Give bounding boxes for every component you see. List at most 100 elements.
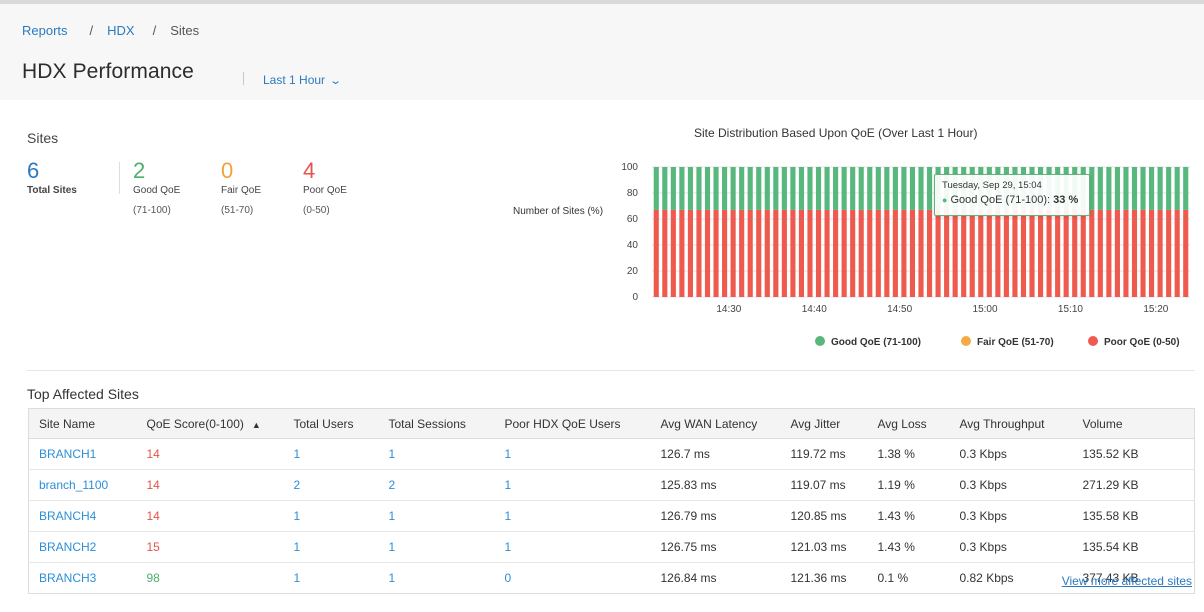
poor-qoe-bar — [764, 209, 770, 297]
breadcrumb: Reports / HDX / Sites — [22, 23, 199, 38]
poor-qoe-label: Poor QoE — [303, 185, 347, 196]
legend-poor[interactable]: Poor QoE (0-50) — [1088, 336, 1180, 348]
avg-loss-cell: 0.1 % — [877, 571, 909, 585]
table-row: branch_1100 14 2 2 1 125.83 ms 119.07 ms 1.19 %… — [28, 469, 1195, 501]
poor-hdx-users-cell[interactable]: 1 — [494, 438, 651, 470]
breadcrumb-hdx[interactable]: HDX — [107, 23, 134, 38]
poor-qoe-bar — [1097, 209, 1103, 297]
poor-hdx-users-cell[interactable]: 1 — [494, 500, 651, 532]
col-avg-wan-latency[interactable]: Avg WAN Latency — [650, 408, 781, 439]
col-avg-jitter[interactable]: Avg Jitter — [780, 408, 868, 439]
breadcrumb-separator: / — [152, 23, 157, 38]
poor-qoe-bar — [1183, 209, 1189, 297]
good-qoe-bar — [790, 167, 796, 210]
legend-good-label: Good QoE (71-100) — [831, 337, 922, 348]
poor-qoe-bar — [1046, 209, 1052, 297]
poor-qoe-bar — [884, 209, 890, 297]
good-qoe-bar — [815, 167, 822, 210]
volume-cell: 135.52 KB — [1072, 438, 1195, 470]
fair-qoe-range: (51-70) — [221, 205, 254, 216]
view-more-affected-sites-link[interactable]: View more affected sites — [1062, 574, 1192, 588]
col-site-name[interactable]: Site Name — [28, 408, 137, 439]
qoe-distribution-chart: 0 20 40 60 80 100 14:30 14:40 14:50 15:00 15:10 15:… — [621, 162, 1190, 315]
sort-ascending-icon: ▲ — [251, 419, 261, 430]
col-poor-hdx-users[interactable]: Poor HDX QoE Users — [494, 408, 651, 439]
poor-qoe-bar — [1003, 209, 1009, 297]
col-qoe-score[interactable]: QoE Score(0-100) ▲ — [136, 408, 284, 439]
total-users-cell[interactable]: 1 — [284, 563, 379, 594]
poor-qoe-bar — [807, 209, 813, 297]
y-tick-label: 80 — [627, 188, 639, 199]
chevron-down-icon: ⌄ — [329, 75, 343, 87]
poor-qoe-bar — [739, 209, 745, 297]
total-users-cell[interactable]: 1 — [283, 438, 379, 470]
poor-hdx-users-cell[interactable]: 1 — [494, 531, 651, 563]
top-affected-sites-table: Site Name QoE Score(0-100) ▲ Total Users … — [28, 408, 1195, 594]
good-qoe-bar — [833, 167, 839, 210]
avg-loss-cell: 1.38 % — [867, 438, 950, 470]
poor-qoe-bar — [969, 209, 975, 297]
poor-qoe-bar — [1149, 209, 1155, 297]
table-row: BRANCH1 14 1 1 1 126.7 ms 119.72 ms 1.38 % 0.3 K… — [28, 438, 1195, 470]
total-sessions-cell[interactable]: 1 — [378, 531, 495, 563]
poor-hdx-users-cell[interactable]: 1 — [494, 469, 651, 501]
poor-qoe-bar — [730, 209, 736, 297]
poor-qoe-bar — [875, 209, 881, 297]
poor-qoe-stat: 4 Poor QoE (0-50) — [303, 160, 347, 217]
qoe-score-cell: 14 — [136, 500, 284, 532]
x-tick-label: 15:20 — [1143, 304, 1168, 315]
total-sessions-cell[interactable]: 2 — [378, 469, 495, 501]
good-qoe-bar — [730, 167, 736, 210]
legend-fair-label: Fair QoE (51-70) — [977, 337, 1054, 348]
poor-qoe-bar — [747, 209, 753, 297]
time-range-dropdown[interactable]: Last 1 Hour ⌄ — [263, 73, 343, 87]
qoe-score-cell: 14 — [136, 469, 284, 501]
site-name-cell[interactable]: BRANCH2 — [28, 531, 137, 563]
legend-good-dot-icon — [815, 336, 825, 346]
good-qoe-bar — [1149, 167, 1155, 210]
breadcrumb-reports[interactable]: Reports — [22, 23, 68, 38]
table-header-row: Site Name QoE Score(0-100) ▲ Total Users … — [28, 408, 1195, 439]
good-qoe-count: 2 — [133, 158, 146, 183]
poor-qoe-bar — [653, 209, 659, 297]
total-sessions-cell[interactable]: 1 — [378, 438, 495, 470]
total-sites-label: Total Sites — [27, 185, 77, 196]
total-users-cell[interactable]: 1 — [283, 500, 379, 532]
poor-hdx-users-cell[interactable]: 0 — [495, 563, 651, 594]
table-row: BRANCH4 14 1 1 1 126.79 ms 120.85 ms 1.43 % 0.3 … — [28, 500, 1195, 532]
breadcrumb-separator: / — [89, 23, 94, 38]
good-qoe-bar — [653, 167, 659, 210]
total-sessions-cell[interactable]: 1 — [378, 500, 495, 532]
legend-poor-label: Poor QoE (0-50) — [1104, 337, 1180, 348]
col-total-users[interactable]: Total Users — [283, 408, 379, 439]
site-name-cell[interactable]: branch_1100 — [28, 469, 137, 501]
poor-qoe-bar — [978, 209, 984, 297]
volume-cell: 135.58 KB — [1072, 500, 1195, 532]
avg-jitter-cell: 121.36 ms — [790, 571, 847, 585]
fair-qoe-count: 0 — [221, 158, 234, 183]
col-total-sessions[interactable]: Total Sessions — [378, 408, 495, 439]
col-avg-loss[interactable]: Avg Loss — [867, 408, 950, 439]
col-volume[interactable]: Volume — [1072, 408, 1195, 439]
site-name-cell[interactable]: BRANCH4 — [28, 500, 137, 532]
y-tick-label: 60 — [627, 214, 639, 225]
poor-qoe-bar — [1157, 209, 1163, 297]
poor-qoe-bar — [1020, 209, 1027, 297]
avg-wan-latency-cell: 126.7 ms — [650, 438, 781, 470]
stats-divider — [119, 162, 120, 194]
col-avg-throughput[interactable]: Avg Throughput — [949, 408, 1073, 439]
total-sessions-cell[interactable]: 1 — [379, 563, 495, 594]
poor-qoe-bar — [773, 209, 779, 297]
total-users-cell[interactable]: 2 — [283, 469, 379, 501]
legend-good[interactable]: Good QoE (71-100) — [815, 336, 921, 348]
legend-fair[interactable]: Fair QoE (51-70) — [961, 336, 1054, 348]
qoe-score-cell: 15 — [136, 531, 284, 563]
good-qoe-bar — [1106, 167, 1112, 210]
total-users-cell[interactable]: 1 — [283, 531, 379, 563]
site-name-cell[interactable]: BRANCH3 — [29, 563, 137, 594]
site-name-cell[interactable]: BRANCH1 — [28, 438, 137, 470]
legend-fair-dot-icon — [961, 336, 971, 346]
y-tick-label: 20 — [627, 266, 639, 277]
good-qoe-bar — [909, 167, 916, 210]
poor-qoe-bar — [1131, 209, 1138, 297]
